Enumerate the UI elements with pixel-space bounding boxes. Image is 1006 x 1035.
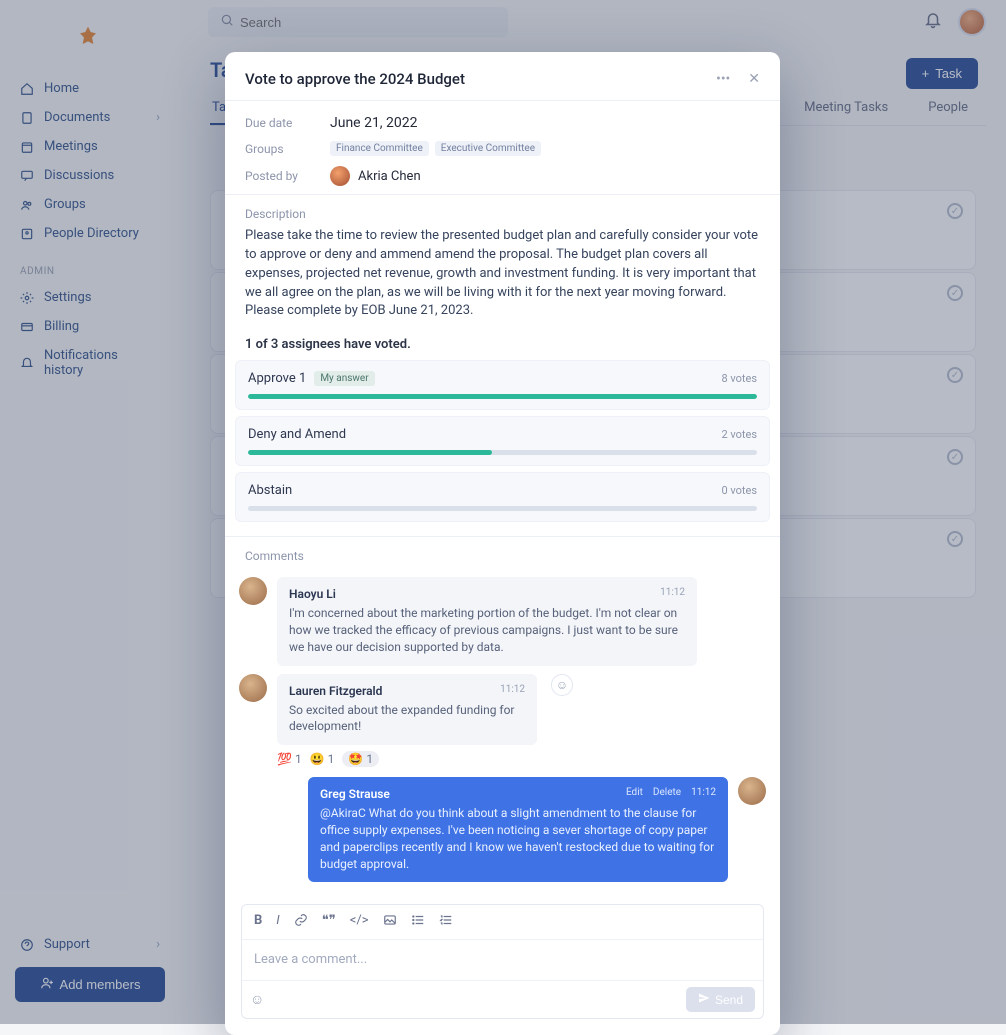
vote-count: 2 votes [721, 428, 757, 441]
posted-by-value: Akria Chen [330, 166, 760, 186]
comment-time: 11:12 [691, 787, 716, 798]
comments-label: Comments [225, 537, 780, 569]
description-body: Please take the time to review the prese… [225, 227, 780, 333]
delete-comment-button[interactable]: Delete [653, 787, 681, 798]
groups-value: Finance Committee Executive Committee [330, 141, 760, 156]
vote-bar [248, 394, 757, 399]
send-button[interactable]: Send [686, 987, 755, 1012]
avatar [239, 674, 267, 702]
comment-time: 11:12 [660, 587, 685, 598]
comment-author: Haoyu Li [289, 587, 685, 601]
comment-bubble: Haoyu Li 11:12 I'm concerned about the m… [277, 577, 697, 665]
reaction-bar: 💯 1 😃 1 🤩 1 [277, 751, 770, 767]
emoji-button[interactable]: ☺ [250, 991, 264, 1008]
vote-count: 8 votes [721, 372, 757, 385]
bold-button[interactable]: B [254, 913, 262, 931]
button-label: Send [715, 993, 743, 1007]
reaction-count: 1 [328, 752, 335, 766]
vote-option[interactable]: Abstain 0 votes [235, 472, 770, 522]
vote-option[interactable]: Deny and Amend 2 votes [235, 416, 770, 466]
close-button[interactable]: ✕ [748, 71, 760, 87]
task-modal: Vote to approve the 2024 Budget ••• ✕ Du… [225, 52, 780, 1035]
vote-bar-fill [248, 394, 757, 399]
edit-comment-button[interactable]: Edit [626, 787, 643, 798]
vote-bar [248, 506, 757, 511]
vote-option-label: Abstain [248, 483, 292, 498]
posted-by-name: Akria Chen [358, 169, 421, 184]
description-p1: Please take the time to review the prese… [245, 228, 758, 300]
italic-button[interactable]: I [276, 913, 279, 931]
groups-label: Groups [245, 142, 330, 156]
reaction-emoji: 💯 [277, 752, 292, 766]
reaction-emoji: 😃 [310, 752, 325, 766]
reaction[interactable]: 😃 1 [310, 752, 335, 766]
vote-option-label: Approve 1 [248, 371, 306, 386]
due-date-label: Due date [245, 116, 330, 130]
group-pill[interactable]: Executive Committee [435, 141, 541, 156]
comment-text: So excited about the expanded funding fo… [289, 702, 525, 736]
own-comment-bubble: Greg Strause Edit Delete 11:12 @AkiraC W… [308, 777, 728, 882]
reaction[interactable]: 💯 1 [277, 752, 302, 766]
vote-count: 0 votes [721, 484, 757, 497]
comment-text: I'm concerned about the marketing portio… [289, 605, 685, 655]
comment-bubble: Lauren Fitzgerald 11:12 So excited about… [277, 674, 537, 746]
comment: Haoyu Li 11:12 I'm concerned about the m… [235, 577, 770, 665]
vote-bar [248, 450, 757, 455]
vote-option-label: Deny and Amend [248, 427, 346, 442]
description-label: Description [225, 195, 780, 227]
list-ul-button[interactable] [411, 913, 425, 931]
reaction-emoji: 🤩 [348, 752, 363, 766]
avatar [738, 777, 766, 805]
image-button[interactable] [383, 913, 397, 931]
list-ol-button[interactable] [439, 913, 453, 931]
reaction-count: 1 [366, 752, 373, 766]
reaction-selected[interactable]: 🤩 1 [342, 751, 379, 767]
link-button[interactable] [294, 913, 308, 931]
vote-status: 1 of 3 assignees have voted. [225, 333, 780, 360]
modal-title: Vote to approve the 2024 Budget [245, 70, 465, 88]
vote-option[interactable]: Approve 1 My answer 8 votes [235, 360, 770, 410]
editor-toolbar: B I ❝❞ </> [242, 905, 763, 940]
own-comment: Greg Strause Edit Delete 11:12 @AkiraC W… [235, 777, 770, 882]
comment-author: Lauren Fitzgerald [289, 684, 525, 698]
posted-by-label: Posted by [245, 169, 330, 183]
group-pill[interactable]: Finance Committee [330, 141, 429, 156]
due-date-value: June 21, 2022 [330, 115, 760, 131]
avatar [330, 166, 350, 186]
comment: Lauren Fitzgerald 11:12 So excited about… [235, 674, 770, 746]
avatar [239, 577, 267, 605]
comment-input[interactable]: Leave a comment... [242, 940, 763, 980]
code-button[interactable]: </> [350, 913, 369, 931]
reaction-count: 1 [295, 752, 302, 766]
comment-time: 11:12 [500, 684, 525, 695]
send-icon [698, 992, 710, 1007]
description-p2: Please complete by EOB June 21, 2023. [245, 303, 473, 318]
comment-text: @AkiraC What do you think about a slight… [320, 805, 716, 872]
vote-bar-fill [248, 450, 492, 455]
add-reaction-button[interactable]: ☺ [551, 674, 573, 696]
more-menu-button[interactable]: ••• [716, 71, 730, 87]
comment-editor: B I ❝❞ </> Leave a comment... ☺ Send [241, 904, 764, 1019]
quote-button[interactable]: ❝❞ [322, 913, 336, 931]
my-answer-badge: My answer [314, 371, 374, 386]
